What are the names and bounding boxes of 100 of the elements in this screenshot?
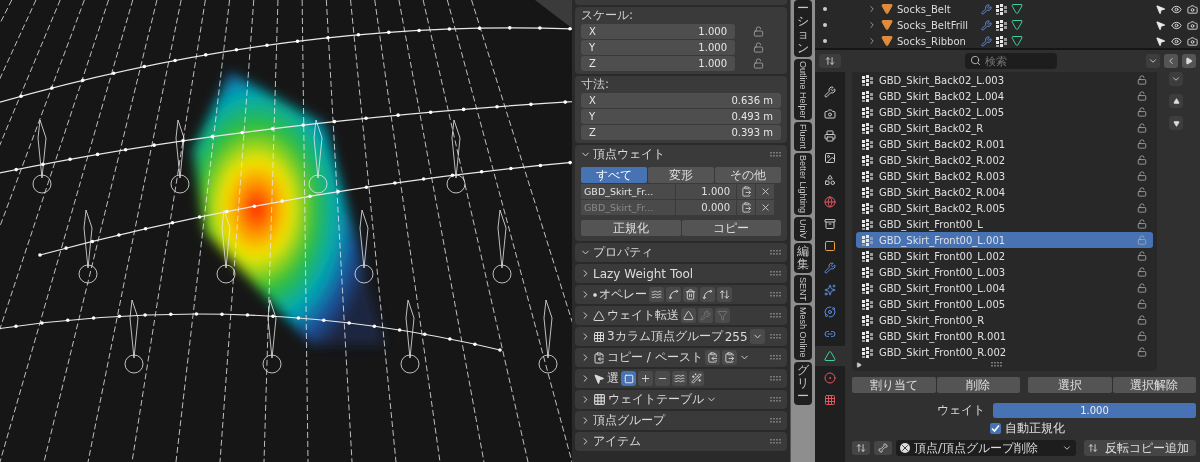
tool-button[interactable] — [681, 308, 696, 323]
unlock-icon[interactable] — [1137, 283, 1147, 293]
filter-tab[interactable]: 変形 — [648, 167, 714, 183]
dropdown-button[interactable] — [1146, 54, 1160, 68]
panel-title[interactable]: 3カラム頂点グループ — [607, 328, 723, 345]
wrench-icon[interactable] — [981, 35, 992, 47]
vertex-group-item[interactable]: GBD_Skirt_Back02_R.005 — [856, 200, 1153, 216]
tool-button[interactable] — [700, 287, 715, 302]
drag-grip-icon[interactable] — [770, 418, 782, 423]
mirror-copy-button[interactable]: 反転コピー追加 — [1084, 440, 1196, 456]
remove-button[interactable] — [756, 200, 774, 215]
vertex-group-item[interactable]: GBD_Skirt_Front00_R.002 — [856, 344, 1153, 360]
sidebar-tab[interactable]: SENT — [794, 275, 812, 304]
panel-title[interactable]: プロパティ — [593, 244, 653, 261]
sidebar-tab[interactable]: Better Lighting — [794, 153, 812, 216]
eye-icon[interactable] — [1171, 35, 1182, 47]
vertex-group-item[interactable]: GBD_Skirt_Front00_L.003 — [856, 264, 1153, 280]
camera-icon[interactable] — [1187, 3, 1198, 15]
unlock-icon[interactable] — [753, 58, 764, 69]
number-field[interactable]: Y 1.000 — [581, 40, 735, 55]
panel-button[interactable]: 正規化 — [581, 220, 681, 236]
triangle-icon[interactable] — [1011, 3, 1023, 15]
unlock-icon[interactable] — [753, 42, 764, 53]
unlock-icon[interactable] — [1137, 123, 1147, 133]
vertex-group-item[interactable]: GBD_Skirt_Back02_R.001 — [856, 136, 1153, 152]
vertex-group-item[interactable]: GBD_Skirt_Back02_L.005 — [856, 104, 1153, 120]
unlock-icon[interactable] — [1137, 251, 1147, 261]
number-field[interactable]: Z 0.393 m — [581, 125, 781, 140]
drag-grip-icon[interactable] — [770, 355, 782, 360]
unlock-icon[interactable] — [1137, 331, 1147, 341]
delete-button[interactable] — [683, 287, 698, 302]
tool-button[interactable] — [717, 287, 732, 302]
paste-button[interactable] — [721, 350, 737, 365]
sort-button[interactable] — [852, 441, 870, 455]
vertex-group-item[interactable]: GBD_Skirt_Back02_L.004 — [856, 88, 1153, 104]
weight-field[interactable]: 1.000 — [676, 184, 736, 199]
tool-button[interactable] — [621, 371, 636, 386]
action-button[interactable]: 選択解除 — [1112, 377, 1196, 393]
unlock-icon[interactable] — [1137, 107, 1147, 117]
vertex-group-item[interactable]: GBD_Skirt_Back02_R.003 — [856, 168, 1153, 184]
sidebar-tab[interactable]: UniV — [794, 217, 812, 241]
vertex-group-item[interactable]: GBD_Skirt_Back02_R — [856, 120, 1153, 136]
vertex-group-item[interactable]: GBD_Skirt_Back02_R.004 — [856, 184, 1153, 200]
camera-icon[interactable] — [1187, 35, 1198, 47]
cursor-icon[interactable] — [1155, 35, 1166, 47]
tool-button[interactable] — [666, 287, 681, 302]
unlock-icon[interactable] — [1137, 267, 1147, 277]
vertex-group-item[interactable]: GBD_Skirt_Front00_L.001 — [856, 232, 1153, 248]
unlock-icon[interactable] — [1137, 203, 1147, 213]
object-name[interactable]: Socks_BeltFrill — [897, 19, 977, 31]
eye-icon[interactable] — [1171, 19, 1182, 31]
properties-tab[interactable] — [815, 346, 845, 366]
unlock-icon[interactable] — [1137, 171, 1147, 181]
drag-grip-icon[interactable] — [770, 397, 782, 402]
delete-dropdown[interactable]: 頂点/頂点グループ削除 — [896, 440, 1076, 456]
panel-title[interactable]: オペレー — [599, 286, 647, 303]
remove-button[interactable] — [756, 184, 774, 199]
move-down-button[interactable] — [1169, 116, 1183, 130]
tool-button[interactable] — [649, 287, 664, 302]
sidebar-tab[interactable]: 編集 — [794, 242, 812, 274]
unlock-icon[interactable] — [753, 26, 764, 37]
vertex-group-item[interactable]: GBD_Skirt_Front00_L.002 — [856, 248, 1153, 264]
drag-grip-icon[interactable] — [770, 376, 782, 381]
vertex-group-item[interactable]: GBD_Skirt_Back02_R.002 — [856, 152, 1153, 168]
panel-title[interactable]: 選 — [607, 370, 619, 387]
number-field[interactable]: Z 1.000 — [581, 56, 735, 71]
triangle-icon[interactable] — [1011, 35, 1023, 47]
sidebar-tab[interactable]: ーション — [794, 0, 812, 57]
panel-button[interactable]: コピー — [681, 220, 781, 236]
weight-slider[interactable]: 1.000 — [993, 403, 1196, 418]
panel-title[interactable]: 頂点ウェイト — [593, 146, 665, 163]
action-button[interactable]: 割り当て — [852, 377, 936, 393]
sidebar-tab[interactable]: Outline Helper — [794, 58, 812, 121]
add-button[interactable] — [638, 371, 653, 386]
tool-button[interactable] — [689, 371, 704, 386]
triangle-icon[interactable] — [1011, 19, 1023, 31]
drag-grip-icon[interactable] — [770, 313, 782, 318]
drag-grip-icon[interactable] — [770, 152, 782, 157]
next-button[interactable] — [1182, 54, 1196, 68]
cursor-icon[interactable] — [1155, 19, 1166, 31]
eye-icon[interactable] — [1171, 3, 1182, 15]
drag-grip-icon[interactable] — [770, 334, 782, 339]
panel-title[interactable]: Lazy Weight Tool — [593, 266, 694, 281]
action-button[interactable]: 削除 — [936, 377, 1020, 393]
panel-title[interactable]: ウェイト転送 — [607, 307, 679, 324]
sidebar-tab[interactable]: Mesh Online — [794, 305, 812, 360]
wrench-icon[interactable] — [981, 19, 992, 31]
unlock-icon[interactable] — [1137, 155, 1147, 165]
checkbox[interactable] — [990, 422, 1001, 434]
unlock-icon[interactable] — [1137, 347, 1147, 357]
panel-title[interactable]: ウェイトテーブル — [608, 391, 704, 408]
drag-grip-icon[interactable] — [770, 271, 782, 276]
filter-tab[interactable]: その他 — [715, 167, 781, 183]
editor-type-button[interactable] — [819, 54, 841, 68]
camera-icon[interactable] — [1187, 19, 1198, 31]
number-field[interactable]: Y 0.493 m — [581, 109, 781, 124]
vertex-group-item[interactable]: GBD_Skirt_Front00_L.004 — [856, 280, 1153, 296]
tool-button[interactable] — [672, 371, 687, 386]
object-name[interactable]: Socks_Ribbon — [897, 35, 977, 47]
search-field[interactable]: 検索 — [965, 53, 1057, 69]
